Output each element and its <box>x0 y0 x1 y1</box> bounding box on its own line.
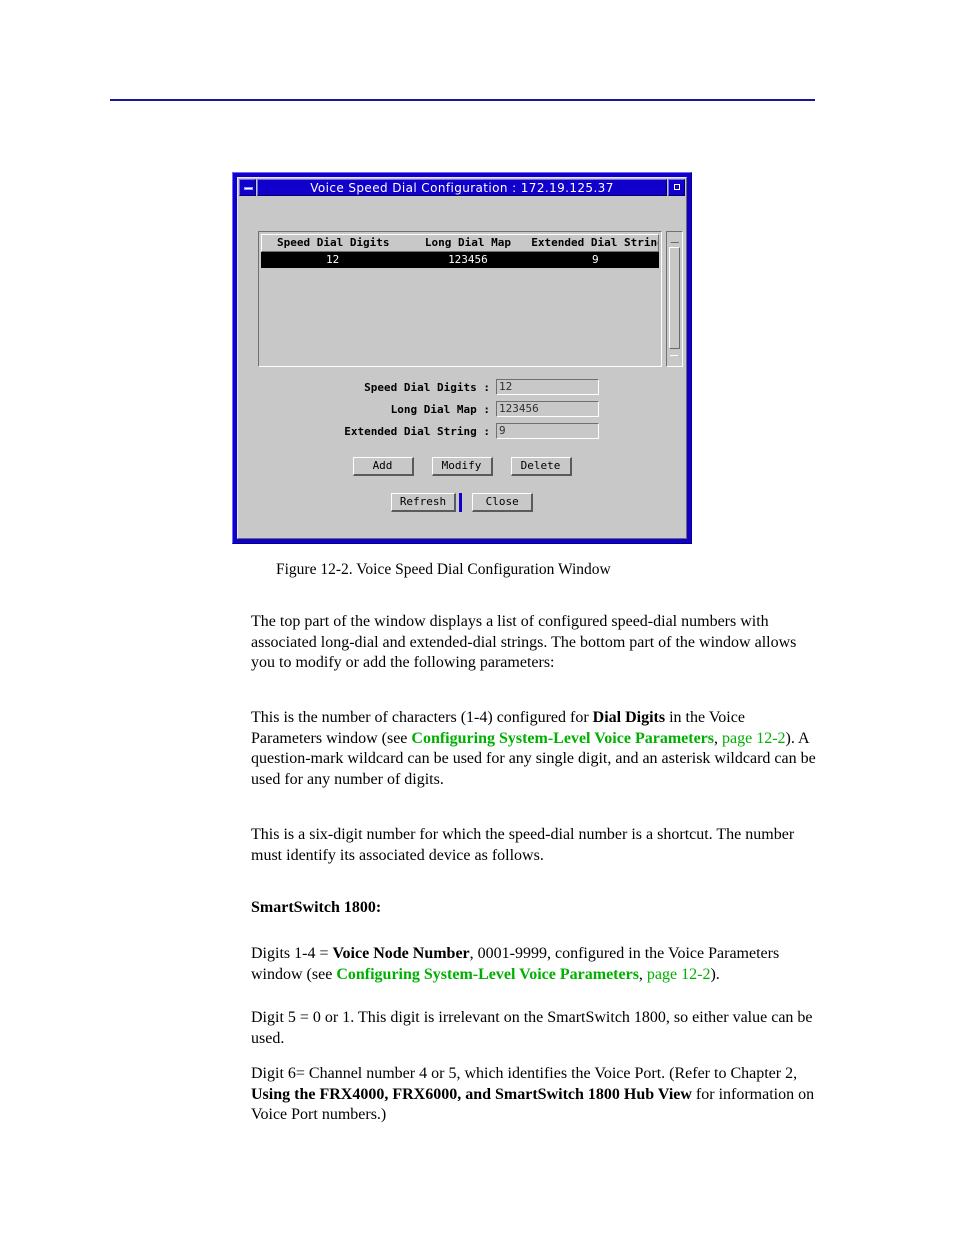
paragraph-digit-6: Digit 6= Channel number 4 or 5, which id… <box>251 1064 816 1126</box>
link-configuring-system-level-voice-parameters[interactable]: Configuring System-Level Voice Parameter… <box>411 730 714 747</box>
window-inner-frame: Voice Speed Dial Configuration : 172.19.… <box>237 177 687 539</box>
field-row-extended-dial-string: Extended Dial String : 9 <box>238 423 686 439</box>
label-extended-dial-string: Extended Dial String : <box>344 424 490 438</box>
heading-smartswitch-1800-text: SmartSwitch 1800: <box>251 899 382 916</box>
p2-bold-dial-digits: Dial Digits <box>592 709 666 726</box>
cell-extended-dial-string: 9 <box>591 253 599 266</box>
scroll-up-arrow-icon[interactable] <box>670 235 679 243</box>
paragraph-digits-1-4: Digits 1-4 = Voice Node Number, 0001-999… <box>251 944 816 985</box>
minimize-icon[interactable] <box>239 179 256 196</box>
label-long-dial-map: Long Dial Map : <box>390 402 490 416</box>
list-vertical-scrollbar[interactable] <box>666 231 683 367</box>
long-dial-map-input[interactable]: 123456 <box>496 401 599 417</box>
column-header-extended-dial-string: Extended Dial String <box>531 236 658 249</box>
heading-smartswitch-1800: SmartSwitch 1800: <box>251 898 816 919</box>
paragraph-long-dial-map: This is a six-digit number for which the… <box>251 826 795 864</box>
extended-dial-string-input[interactable]: 9 <box>496 423 599 439</box>
speed-dial-form: Speed Dial Digits : 12 Long Dial Map : 1… <box>238 379 686 445</box>
p7-text-1: Digit 6= Channel number 4 or 5, which id… <box>251 1065 798 1082</box>
table-row[interactable]: 12 123456 9 <box>261 252 659 268</box>
delete-button[interactable]: Delete <box>510 457 572 476</box>
p5-text-4: ). <box>710 965 720 983</box>
list-header-row: Speed Dial Digits Long Dial Map Extended… <box>261 234 659 252</box>
cell-long-dial-map: 123456 <box>448 253 488 266</box>
voice-speed-dial-window: Voice Speed Dial Configuration : 172.19.… <box>232 172 692 544</box>
scrollbar-thumb[interactable] <box>669 247 680 349</box>
p5-bold-voice-node-number: Voice Node Number <box>332 945 470 962</box>
speed-dial-digits-input[interactable]: 12 <box>496 379 599 395</box>
cell-speed-dial-digits: 12 <box>326 253 340 266</box>
record-action-button-row: Add Modify Delete <box>238 457 686 476</box>
add-button[interactable]: Add <box>352 457 414 476</box>
column-header-long-dial-map: Long Dial Map <box>424 236 511 249</box>
link-configuring-system-level-voice-parameters-2[interactable]: Configuring System-Level Voice Parameter… <box>336 966 639 983</box>
refresh-button[interactable]: Refresh <box>390 493 457 512</box>
p2-text-1: This is the number of characters (1-4) c… <box>251 709 593 726</box>
paragraph-window-overview: The top part of the window displays a li… <box>251 613 797 671</box>
p5-text-3: , <box>638 965 647 983</box>
list-body: 12 123456 9 <box>261 252 659 364</box>
p5-text-1: Digits 1-4 = <box>251 945 333 962</box>
window-title-area[interactable]: Voice Speed Dial Configuration : 172.19.… <box>257 179 667 196</box>
p2-text-3: , <box>714 729 722 747</box>
maximize-icon[interactable] <box>668 179 685 196</box>
paragraph-speed-dial-digits: This is the number of characters (1-4) c… <box>251 708 816 790</box>
page-header-rule <box>110 99 815 101</box>
column-header-speed-dial-digits: Speed Dial Digits <box>276 236 390 249</box>
speed-dial-list[interactable]: Speed Dial Digits Long Dial Map Extended… <box>258 231 662 367</box>
window-action-button-row: Refresh Close <box>238 493 686 512</box>
field-row-speed-dial-digits: Speed Dial Digits : 12 <box>238 379 686 395</box>
modify-button[interactable]: Modify <box>431 457 493 476</box>
default-button-indicator <box>459 493 463 512</box>
link-page-12-2-2[interactable]: page 12-2 <box>647 966 711 983</box>
window-titlebar: Voice Speed Dial Configuration : 172.19.… <box>238 178 686 197</box>
window-title: Voice Speed Dial Configuration : 172.19.… <box>310 180 614 195</box>
label-speed-dial-digits: Speed Dial Digits : <box>364 380 490 394</box>
figure-caption: Figure 12-2. Voice Speed Dial Configurat… <box>276 561 611 578</box>
close-button[interactable]: Close <box>472 493 534 512</box>
window-client-area: Speed Dial Digits Long Dial Map Extended… <box>238 197 686 538</box>
field-row-long-dial-map: Long Dial Map : 123456 <box>238 401 686 417</box>
paragraph-digit-5: Digit 5 = 0 or 1. This digit is irreleva… <box>251 1009 813 1047</box>
p7-bold-chapter-title: Using the FRX4000, FRX6000, and SmartSwi… <box>251 1085 692 1103</box>
link-page-12-2[interactable]: page 12-2 <box>722 730 786 747</box>
scroll-down-arrow-icon[interactable] <box>670 355 679 363</box>
